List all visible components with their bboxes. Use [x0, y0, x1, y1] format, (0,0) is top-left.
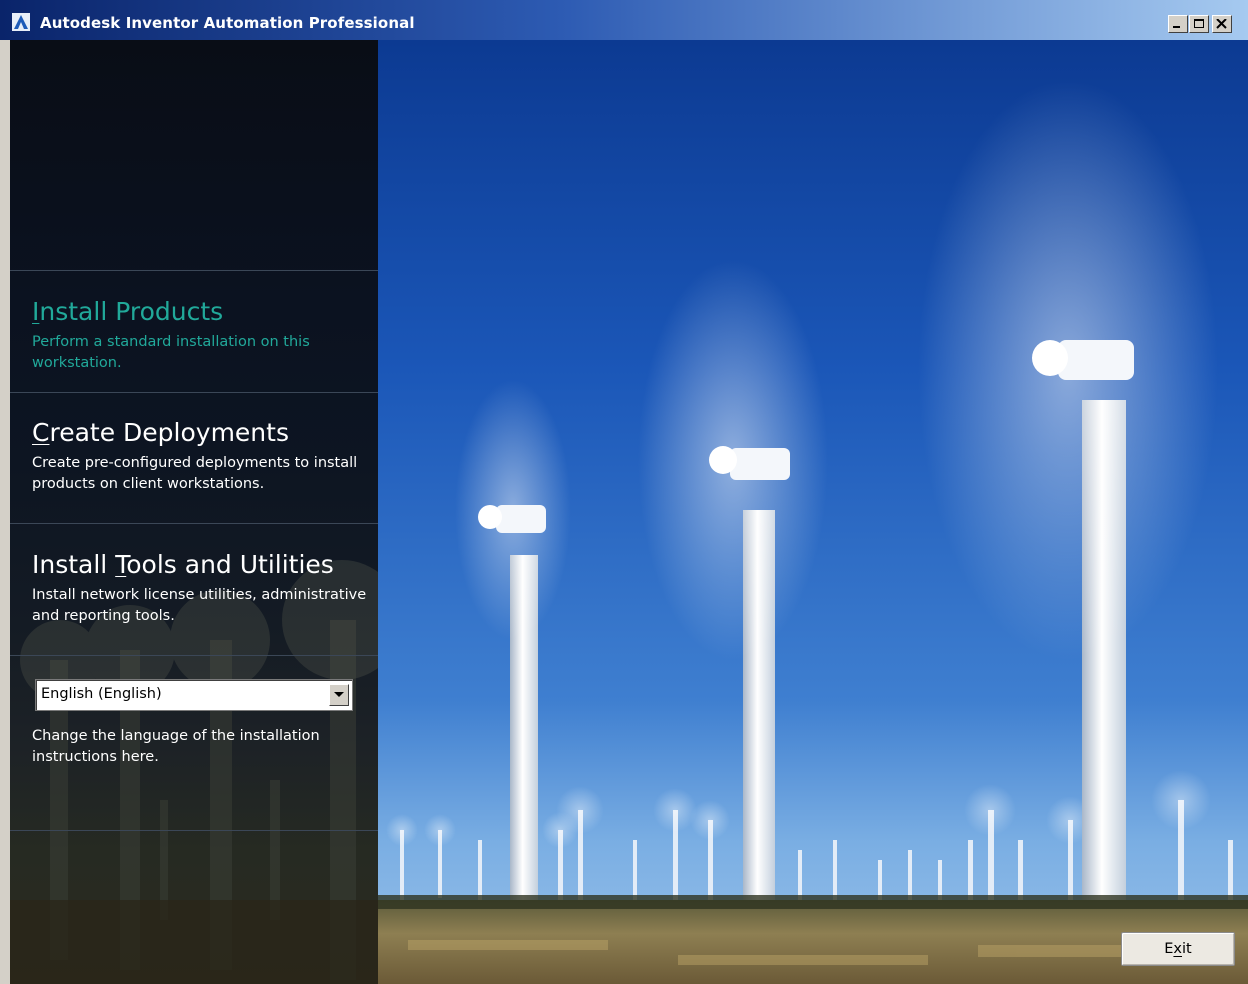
sidebar-background-image: [10, 560, 378, 984]
menu-install-products-description: Perform a standard installation on this …: [32, 334, 310, 371]
menu-install-tools-utilities-title: Install Tools and Utilities: [32, 550, 334, 579]
menu-install-tools-utilities-description: Install network license utilities, admin…: [32, 587, 367, 624]
exit-button-label: Exit: [1164, 941, 1192, 957]
language-dropdown-button[interactable]: [329, 684, 349, 706]
language-select[interactable]: English (English): [35, 679, 353, 711]
window-title: Autodesk Inventor Automation Professiona…: [40, 14, 415, 32]
separator: [10, 270, 378, 271]
minimize-icon: [1173, 26, 1180, 28]
close-icon: [1216, 19, 1227, 29]
menu-install-products[interactable]: Install Products Perform a standard inst…: [32, 296, 372, 374]
language-help-text: Change the language of the installation …: [32, 728, 320, 765]
close-button[interactable]: [1212, 15, 1232, 33]
separator: [10, 655, 378, 656]
separator: [10, 830, 378, 831]
menu-install-tools-utilities[interactable]: Install Tools and Utilities Install netw…: [32, 549, 372, 627]
menu-install-products-title: Install Products: [32, 297, 224, 326]
menu-create-deployments-title: Create Deployments: [32, 418, 289, 447]
wind-turbines-image: [378, 40, 1248, 984]
autodesk-logo-icon: [12, 13, 30, 31]
minimize-button[interactable]: [1168, 15, 1188, 33]
maximize-button[interactable]: [1189, 15, 1209, 33]
separator: [10, 392, 378, 393]
menu-create-deployments-description: Create pre-configured deployments to ins…: [32, 455, 358, 492]
exit-button[interactable]: Exit: [1121, 932, 1235, 966]
chevron-down-icon: [334, 692, 344, 697]
maximize-icon: [1194, 19, 1204, 28]
language-select-value: English (English): [41, 686, 162, 702]
menu-create-deployments[interactable]: Create Deployments Create pre-configured…: [32, 417, 372, 495]
sidebar: Install Products Perform a standard inst…: [10, 40, 378, 984]
window-titlebar: Autodesk Inventor Automation Professiona…: [0, 0, 1248, 40]
separator: [10, 523, 378, 524]
installer-window: Install Products Perform a standard inst…: [10, 40, 1248, 984]
